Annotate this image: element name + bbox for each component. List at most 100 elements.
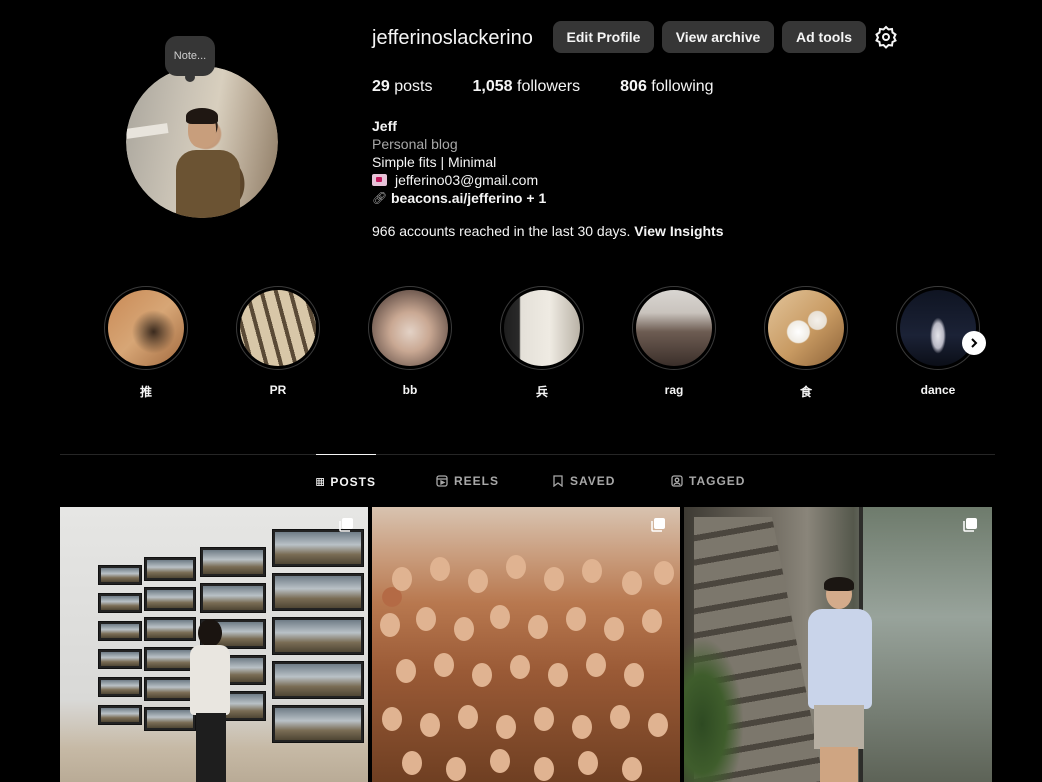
post-detail xyxy=(506,555,526,579)
carousel-icon xyxy=(339,518,353,532)
post-detail xyxy=(196,713,226,782)
highlight-thumbnail xyxy=(240,290,316,366)
post-detail xyxy=(98,565,142,585)
following-stat[interactable]: 806 following xyxy=(620,78,713,96)
note-text: Note... xyxy=(173,50,207,62)
highlight-item[interactable]: 推 xyxy=(104,286,188,400)
link-line[interactable]: 🔗︎ beacons.ai/jefferino + 1 xyxy=(372,189,546,207)
post-detail xyxy=(528,615,548,639)
post-detail xyxy=(814,705,864,749)
post-detail xyxy=(380,613,400,637)
carousel-icon xyxy=(651,518,665,532)
email-text: jefferino03@gmail.com xyxy=(395,172,539,188)
post-detail xyxy=(98,649,142,669)
posts-stat: 29 posts xyxy=(372,78,433,96)
post-detail xyxy=(382,707,402,731)
post-detail xyxy=(610,705,630,729)
post-detail xyxy=(434,653,454,677)
insights-summary: 966 accounts reached in the last 30 days… xyxy=(372,223,724,239)
insights-text: 966 accounts reached in the last 30 days… xyxy=(372,223,631,239)
highlight-ring xyxy=(632,286,716,370)
post-detail xyxy=(416,607,436,631)
post-detail xyxy=(272,529,364,567)
highlight-item[interactable]: 食 xyxy=(764,286,848,400)
highlight-label: PR xyxy=(269,383,287,397)
highlight-label: 兵 xyxy=(535,385,548,399)
tab-tagged-label: TAGGED xyxy=(689,474,746,488)
view-archive-button[interactable]: View archive xyxy=(662,21,774,53)
avatar[interactable] xyxy=(126,66,278,218)
display-name: Jeff xyxy=(372,118,397,134)
highlight-item[interactable]: 兵 xyxy=(500,286,584,400)
post-detail xyxy=(430,557,450,581)
highlight-label: bb xyxy=(402,383,418,397)
reels-icon xyxy=(436,475,448,487)
chevron-right-icon xyxy=(971,338,978,348)
post-detail xyxy=(446,757,466,781)
post-detail xyxy=(144,587,196,611)
highlight-thumbnail xyxy=(504,290,580,366)
highlight-label: dance xyxy=(920,383,956,397)
highlight-label: 推 xyxy=(139,385,152,399)
post-detail xyxy=(582,559,602,583)
followers-count: 1,058 xyxy=(472,78,513,95)
ad-tools-button[interactable]: Ad tools xyxy=(782,21,866,53)
post-detail xyxy=(642,609,662,633)
post-detail xyxy=(198,619,222,647)
post-detail xyxy=(272,705,364,743)
highlight-item[interactable]: rag xyxy=(632,286,716,397)
post-detail xyxy=(490,749,510,773)
bio-link[interactable]: beacons.ai/jefferino + 1 xyxy=(391,189,546,207)
followers-stat[interactable]: 1,058 followers xyxy=(473,78,581,96)
highlight-thumbnail xyxy=(372,290,448,366)
post-detail xyxy=(572,715,592,739)
highlights-next-button[interactable] xyxy=(962,331,986,355)
post-detail xyxy=(622,571,642,595)
link-icon: 🔗︎ xyxy=(372,191,388,205)
post-detail xyxy=(98,705,142,725)
category-label: Personal blog xyxy=(372,136,458,152)
post-detail xyxy=(272,661,364,699)
post-detail xyxy=(396,659,416,683)
avatar-detail xyxy=(176,150,240,218)
post-detail xyxy=(458,705,478,729)
tab-posts-label: POSTS xyxy=(330,474,376,489)
post-detail xyxy=(534,757,554,781)
post-detail xyxy=(272,573,364,611)
highlight-ring xyxy=(368,286,452,370)
settings-gear-icon[interactable] xyxy=(874,25,898,49)
post-detail xyxy=(802,577,882,782)
view-insights-link[interactable]: View Insights xyxy=(634,223,723,239)
post-detail xyxy=(490,605,510,629)
tab-saved[interactable]: SAVED xyxy=(552,454,615,508)
edit-profile-button[interactable]: Edit Profile xyxy=(553,21,654,53)
bio: Jeff Personal blog Simple fits | Minimal… xyxy=(372,117,546,207)
post-detail xyxy=(98,677,142,697)
envelope-icon xyxy=(372,174,387,186)
note-bubble[interactable]: Note... xyxy=(165,36,215,82)
post-tile[interactable] xyxy=(684,507,992,782)
post-detail xyxy=(510,655,530,679)
highlight-item[interactable]: PR xyxy=(236,286,320,397)
post-tile[interactable] xyxy=(60,507,368,782)
highlight-ring xyxy=(896,286,980,370)
post-detail xyxy=(272,617,364,655)
post-detail xyxy=(808,609,872,709)
highlight-thumbnail xyxy=(108,290,184,366)
post-detail xyxy=(402,751,422,775)
post-tile[interactable] xyxy=(372,507,680,782)
tab-tagged[interactable]: TAGGED xyxy=(671,454,745,508)
posts-label: posts xyxy=(394,78,433,95)
post-detail xyxy=(684,637,744,782)
post-detail xyxy=(98,621,142,641)
post-detail xyxy=(468,569,488,593)
post-detail xyxy=(622,757,642,781)
highlight-item[interactable]: bb xyxy=(368,286,452,397)
tab-divider xyxy=(60,454,995,455)
tab-reels-label: REELS xyxy=(454,474,500,488)
avatar-detail xyxy=(186,108,218,124)
post-detail xyxy=(190,645,230,715)
tab-posts[interactable]: POSTS xyxy=(316,454,376,508)
highlight-ring xyxy=(500,286,584,370)
tab-reels[interactable]: REELS xyxy=(436,454,499,508)
